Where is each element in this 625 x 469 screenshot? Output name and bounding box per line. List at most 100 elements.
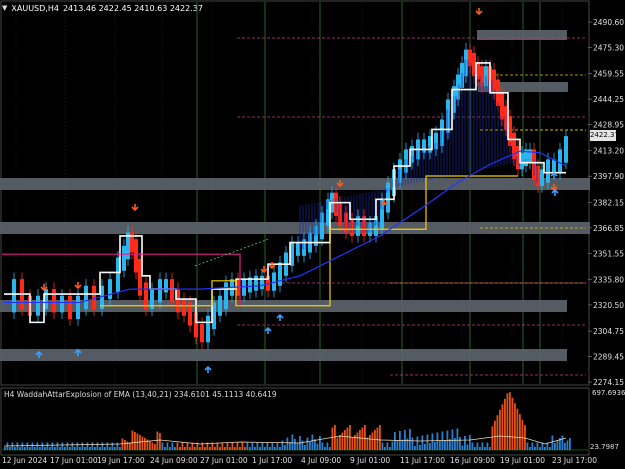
osc-bar [269,447,271,450]
osc-bar [561,435,564,450]
price-label: 2397.90 [593,172,624,181]
candle-body [170,279,174,303]
osc-bar [164,447,166,450]
osc-bar [79,447,81,450]
candle-body [224,282,228,310]
price-label: 2459.55 [593,70,624,79]
osc-bar [396,440,399,450]
candle-body [296,242,300,256]
candle-body [60,295,64,313]
osc-bar [124,440,126,450]
osc-bar [194,447,196,450]
osc-bar [291,434,294,450]
price-label: 2320.50 [593,301,624,310]
osc-bar [276,442,279,450]
current-price-tag: 2422.37 [590,130,619,141]
osc-bar [26,442,29,450]
price-label: 2428.95 [593,121,624,130]
osc-bar [234,447,236,450]
osc-bar [419,445,421,450]
candle-body [134,239,138,273]
osc-bar [344,430,346,450]
osc-bar [551,435,554,450]
osc-bar [286,437,289,450]
osc-bar [479,447,481,450]
osc-bar [554,443,556,450]
time-label: 12 Jun 2024 [2,456,47,465]
osc-bar [284,445,286,450]
osc-bar [331,427,334,450]
osc-bar [346,427,349,450]
osc-bar [456,428,459,450]
candle-body [492,69,496,93]
up-arrow-icon [204,365,212,373]
price-label: 2366.85 [593,224,624,233]
osc-bar [261,442,264,450]
osc-bar [451,429,454,450]
osc-bar [224,447,226,450]
osc-bar [391,441,394,450]
osc-bar [84,447,86,450]
osc-bar [494,420,496,450]
candle-body [108,279,112,300]
price-label: 2413.20 [593,147,624,156]
osc-bar [49,447,51,450]
osc-bar [429,443,431,450]
osc-bar [44,447,46,450]
indicator-lines [2,62,567,324]
osc-bar [519,414,521,450]
candle-body [200,324,204,343]
osc-bar [76,442,79,450]
osc-bar [266,442,269,450]
osc-bar [356,432,359,450]
osc-bar [496,415,499,450]
osc-bar [384,447,386,450]
osc-bar [404,430,406,450]
osc-bar [334,425,336,450]
osc-bar [64,447,66,450]
osc-bar [549,447,551,450]
osc-bar [16,442,19,450]
osc-bar [81,442,84,450]
osc-bar [229,447,231,450]
osc-bar [46,442,49,450]
osc-bar [411,437,414,450]
osc-bar [431,433,434,450]
osc-bar [406,438,409,450]
candle-body [84,285,88,310]
candle-body [260,275,264,290]
candle-body [12,279,16,313]
osc-bar [159,433,161,450]
price-label: 2490.60 [593,18,624,27]
osc-bar [176,442,179,450]
osc-bar [156,431,159,450]
osc-bar [219,447,221,450]
osc-bar [361,427,364,450]
osc-bar [394,432,396,450]
candle-body [164,279,168,293]
osc-bar [239,447,241,450]
osc-bar [421,435,424,450]
osc-bar [326,442,329,450]
osc-bar [516,408,519,450]
candle-body [558,149,562,173]
osc-bar [236,442,239,450]
osc-bar [386,442,389,450]
chart-window[interactable]: ▼ XAUUSD,H4 2413.46 2422.45 2410.63 2422… [0,0,625,469]
green-dotted-line [194,238,269,267]
osc-bar [169,447,171,450]
osc-bar [476,442,479,450]
osc-bar [41,442,44,450]
osc-bar [66,442,69,450]
osc-bar [529,447,531,450]
osc-bar [544,447,546,450]
osc-bar [131,430,134,450]
candle-body [144,282,148,310]
osc-bar [369,435,371,450]
osc-bar [104,447,106,450]
osc-bar [534,447,536,450]
osc-bar [39,447,41,450]
osc-bar [414,446,416,450]
osc-bar [214,447,216,450]
osc-bar [136,433,139,450]
